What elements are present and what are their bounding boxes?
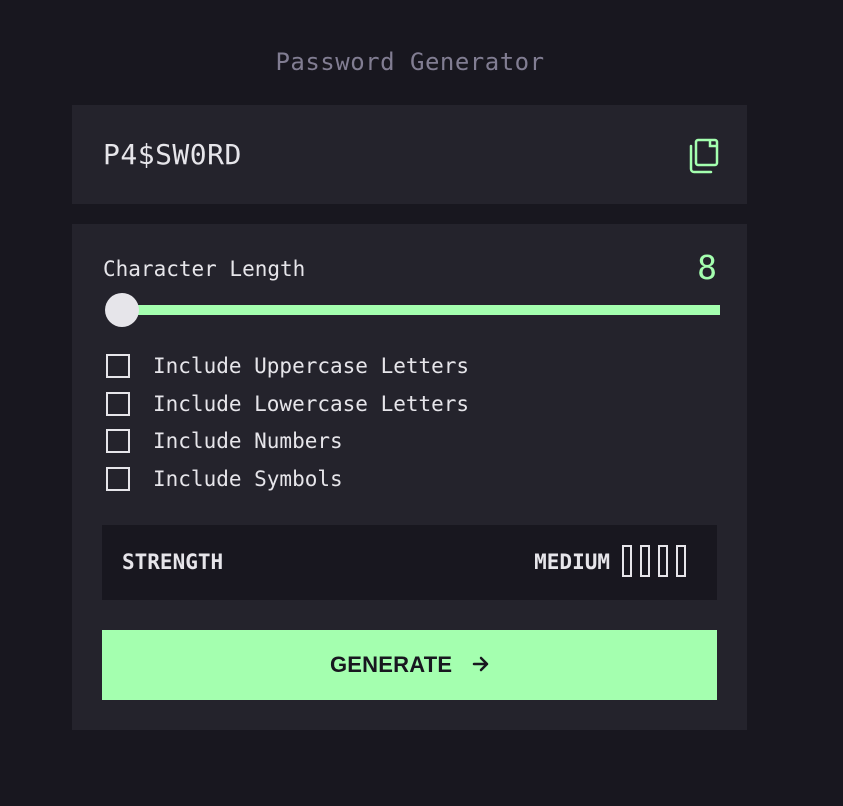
password-output: P4$SW0RD [72, 105, 747, 204]
strength-bar [658, 545, 668, 577]
generate-label: GENERATE [330, 652, 453, 677]
lowercase-checkbox[interactable] [106, 391, 130, 416]
length-slider-thumb[interactable] [105, 293, 139, 327]
strength-bar [676, 545, 686, 577]
option-label: Include Uppercase Letters [153, 354, 470, 378]
generate-button[interactable]: GENERATE [102, 630, 717, 700]
length-value: 8 [697, 248, 717, 287]
strength-bar [622, 545, 632, 577]
option-label: Include Numbers [153, 429, 343, 453]
numbers-checkbox[interactable] [106, 429, 130, 453]
arrow-right-icon [472, 656, 489, 672]
copy-icon [689, 138, 719, 174]
length-label: Character Length [103, 257, 306, 281]
symbols-checkbox[interactable] [106, 466, 130, 491]
strength-value: MEDIUM [534, 550, 610, 574]
password-text: P4$SW0RD [103, 138, 242, 171]
page-title: Password Generator [275, 48, 545, 76]
password-generator-page: Password Generator P4$SW0RD Character Le… [0, 0, 843, 806]
settings-panel: Character Length 8 Include Uppercase Let… [72, 224, 747, 730]
strength-label: STRENGTH [122, 550, 224, 574]
copy-button[interactable] [687, 138, 721, 174]
option-label: Include Lowercase Letters [153, 391, 470, 416]
strength-bar [640, 545, 650, 577]
uppercase-checkbox[interactable] [106, 354, 130, 378]
length-slider-track[interactable] [122, 305, 720, 315]
strength-meter: STRENGTH MEDIUM [102, 525, 717, 600]
option-label: Include Symbols [153, 466, 343, 491]
